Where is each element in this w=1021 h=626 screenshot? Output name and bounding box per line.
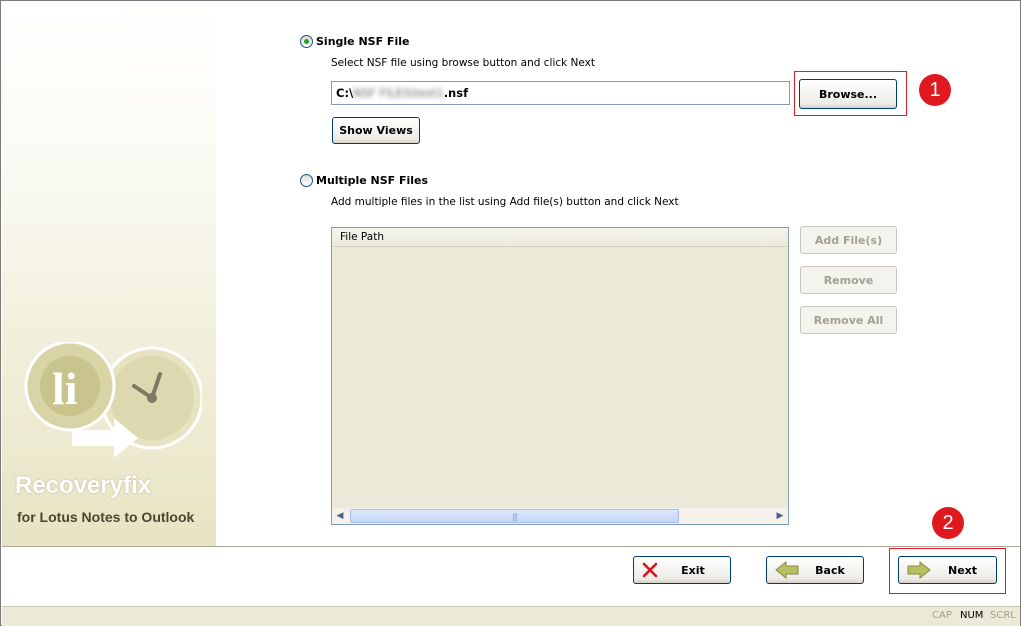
nsf-path-input[interactable]: C:\ NSF FILES\test1 .nsf	[331, 81, 790, 105]
caps-lock-indicator: CAP	[932, 610, 952, 621]
scroll-right-icon[interactable]: ▶	[772, 508, 788, 524]
back-button[interactable]: Back	[766, 556, 864, 584]
back-arrow-icon	[775, 561, 799, 579]
next-button[interactable]: Next	[898, 556, 997, 584]
lotus-clock-logo-icon: li	[24, 342, 202, 458]
single-nsf-option[interactable]: Single NSF File	[300, 35, 409, 48]
single-nsf-label: Single NSF File	[316, 35, 410, 48]
scroll-thumb[interactable]: |||	[350, 509, 679, 523]
exit-button[interactable]: Exit	[633, 556, 731, 584]
brand-name: Recoveryfix	[15, 472, 152, 499]
brand-panel: li Recoveryfix for Lotus Notes to Outloo…	[2, 2, 216, 546]
step-1-badge: 1	[919, 74, 951, 106]
scroll-lock-indicator: SCRL	[990, 610, 1016, 621]
remove-all-button[interactable]: Remove All	[800, 306, 897, 334]
multiple-nsf-option[interactable]: Multiple NSF Files	[300, 174, 428, 187]
brand-subtitle: for Lotus Notes to Outlook	[17, 509, 195, 525]
next-arrow-icon	[907, 561, 931, 579]
remove-button[interactable]: Remove	[800, 266, 897, 294]
exit-label: Exit	[681, 563, 705, 577]
multiple-nsf-radio[interactable]	[300, 174, 313, 187]
path-prefix: C:\	[336, 86, 354, 100]
add-files-button[interactable]: Add File(s)	[800, 226, 897, 254]
status-bar: CAP NUM SCRL	[2, 606, 1020, 626]
footer-separator	[2, 546, 1020, 548]
file-list-hscrollbar[interactable]: ◀ ||| ▶	[332, 508, 788, 524]
step-2-badge: 2	[932, 507, 964, 539]
multiple-nsf-hint: Add multiple files in the list using Add…	[331, 196, 679, 208]
path-blurred-segment: NSF FILES\test1	[353, 86, 444, 100]
num-lock-indicator: NUM	[960, 610, 984, 621]
file-path-column-header[interactable]: File Path	[332, 228, 788, 247]
scroll-track[interactable]: |||	[348, 508, 772, 524]
show-views-button[interactable]: Show Views	[332, 117, 420, 144]
multiple-nsf-label: Multiple NSF Files	[316, 174, 429, 187]
red-x-icon	[642, 562, 658, 578]
next-label: Next	[947, 563, 978, 577]
single-nsf-hint: Select NSF file using browse button and …	[331, 57, 596, 69]
browse-button[interactable]: Browse...	[799, 79, 897, 109]
path-suffix: .nsf	[443, 86, 469, 100]
single-nsf-radio[interactable]	[300, 35, 313, 48]
back-label: Back	[815, 563, 845, 577]
wizard-window: li Recoveryfix for Lotus Notes to Outloo…	[0, 0, 1021, 626]
file-list[interactable]: File Path ◀ ||| ▶	[331, 227, 789, 525]
svg-text:li: li	[52, 363, 78, 414]
scroll-left-icon[interactable]: ◀	[332, 508, 348, 524]
file-path-header-label: File Path	[340, 231, 384, 243]
